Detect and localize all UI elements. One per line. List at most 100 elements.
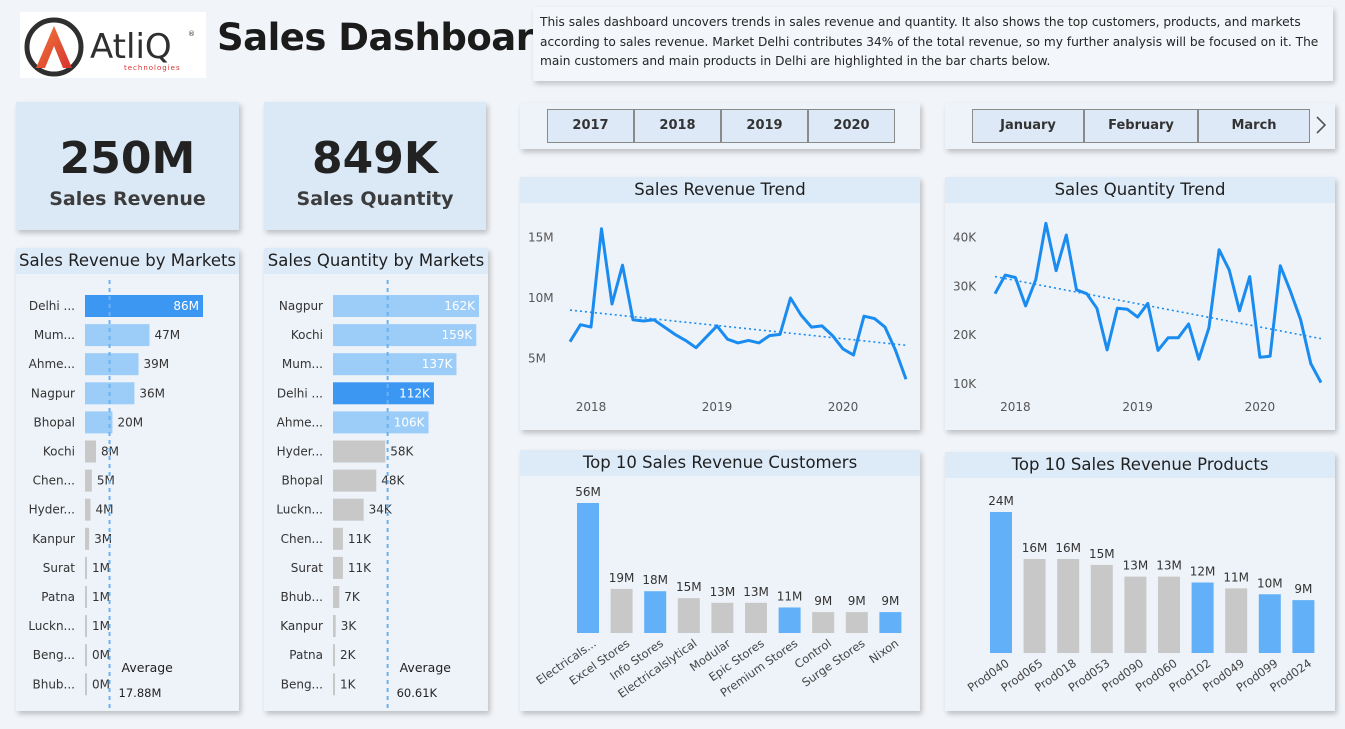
- market-label: Patna: [41, 590, 75, 604]
- kpi-revenue-label: Sales Revenue: [49, 188, 206, 210]
- kpi-quantity-label: Sales Quantity: [296, 188, 454, 210]
- description-box: This sales dashboard uncovers trends in …: [533, 7, 1333, 81]
- slicer-next-arrow[interactable]: [1312, 110, 1332, 140]
- revenue-trend-panel: Sales Revenue Trend 15M 10M 5M 2018 2019 2020: [520, 177, 920, 430]
- market-label: Chen...: [33, 474, 75, 488]
- bar: [1292, 600, 1315, 653]
- year-button-2019[interactable]: 2019: [721, 109, 808, 143]
- market-bar: [85, 673, 87, 696]
- bar-value-label: 162K: [444, 299, 476, 313]
- bar-value-label: 1M: [92, 590, 110, 604]
- bar-value-label: 11M: [777, 589, 803, 603]
- market-label: Ahme...: [29, 357, 75, 371]
- market-bar: [333, 644, 335, 667]
- market-bar: [85, 440, 96, 463]
- bar-value-label: 9M: [881, 594, 899, 608]
- kpi-revenue-value: 250M: [59, 133, 196, 184]
- market-bar: [85, 411, 113, 434]
- market-label: Mum...: [34, 328, 75, 342]
- year-button-2017[interactable]: 2017: [547, 109, 634, 143]
- market-label: Luckn...: [28, 619, 75, 633]
- market-label: Delhi ...: [277, 386, 323, 400]
- market-bar: [333, 673, 335, 696]
- y-tick-label: 10M: [528, 291, 554, 305]
- kpi-card-quantity: 849K Sales Quantity: [264, 102, 486, 230]
- x-tick-label: 2020: [1245, 400, 1276, 414]
- bar-value-label: 47M: [154, 328, 180, 342]
- quantity-trend-panel: Sales Quantity Trend 40K 30K 20K 10K 2018 201…: [945, 177, 1335, 430]
- market-label: Hyder...: [29, 503, 75, 517]
- bar-value-label: 34K: [369, 503, 393, 517]
- market-bar: [333, 498, 364, 521]
- bar: [879, 612, 902, 633]
- market-label: Kochi: [43, 445, 75, 459]
- market-label: Surat: [291, 561, 324, 575]
- bar-value-label: 1M: [92, 561, 110, 575]
- y-tick-label: 10K: [953, 377, 977, 391]
- market-label: Beng...: [281, 677, 323, 691]
- average-value-label: 17.88M: [119, 686, 162, 700]
- bar: [711, 602, 734, 633]
- bar-value-label: 16M: [1055, 541, 1081, 555]
- category-label: Nixon: [866, 636, 901, 666]
- bar-value-label: 15M: [1089, 547, 1115, 561]
- trend-line: [569, 309, 907, 347]
- market-bar: [85, 556, 87, 579]
- y-tick-label: 15M: [528, 230, 554, 244]
- bar-value-label: 10M: [1257, 576, 1283, 590]
- bar-value-label: 13M: [1156, 559, 1182, 573]
- bar-value-label: 19M: [609, 571, 635, 585]
- market-bar: [333, 527, 343, 550]
- market-label: Bhopal: [282, 474, 323, 488]
- bar-value-label: 106K: [394, 415, 426, 429]
- series-line: [568, 227, 908, 380]
- bar-value-label: 16M: [1022, 541, 1048, 555]
- market-label: Ahme...: [277, 415, 323, 429]
- y-tick-label: 40K: [953, 230, 977, 244]
- month-button-february[interactable]: February: [1084, 109, 1198, 143]
- bar-value-label: 4M: [95, 503, 113, 517]
- bar: [1258, 594, 1281, 653]
- year-button-2018[interactable]: 2018: [634, 109, 721, 143]
- logo-text: AtliQ: [90, 27, 172, 67]
- bar-value-label: 48K: [381, 474, 405, 488]
- bar-value-label: 39M: [144, 357, 170, 371]
- bar-value-label: 0M: [92, 677, 110, 691]
- bar-value-label: 112K: [399, 386, 431, 400]
- market-label: Beng...: [33, 648, 75, 662]
- top-products-panel: Top 10 Sales Revenue Products 24M Prod040…: [945, 452, 1335, 711]
- kpi-quantity-value: 849K: [312, 133, 438, 184]
- bar: [610, 588, 633, 633]
- x-tick-label: 2020: [828, 400, 859, 414]
- x-tick-label: 2019: [1122, 400, 1153, 414]
- market-bar: [333, 440, 386, 463]
- bar: [644, 591, 667, 633]
- average-label: Average: [122, 660, 174, 675]
- bar-value-label: 36M: [139, 386, 165, 400]
- bar: [577, 503, 599, 633]
- market-label: Patna: [289, 648, 323, 662]
- bar: [845, 612, 868, 633]
- x-tick-label: 2019: [702, 400, 733, 414]
- market-label: Hyder...: [277, 445, 323, 459]
- revenue-by-markets-chart: Delhi ... 86M Mum... 47M Ahme... 39M Nagpur 36M…: [28, 280, 203, 708]
- month-button-march[interactable]: March: [1198, 109, 1310, 143]
- bar-value-label: 137K: [422, 357, 454, 371]
- top-customers-chart: 56MElectricals...19MExcel Stores18MInfo …: [533, 485, 902, 701]
- average-label: Average: [400, 660, 452, 675]
- revenue-trend-chart: 15M 10M 5M 2018 2019 2020: [528, 227, 908, 414]
- bar: [1090, 564, 1113, 653]
- year-button-2020[interactable]: 2020: [808, 109, 895, 143]
- kpi-card-revenue: 250M Sales Revenue: [16, 102, 239, 230]
- bar: [812, 612, 835, 633]
- bar: [1124, 576, 1147, 653]
- bar-value-label: 9M: [814, 594, 832, 608]
- series-line: [993, 221, 1323, 384]
- quantity-by-markets-panel: Sales Quantity by Markets Nagpur 162K Koch…: [264, 248, 488, 711]
- bar: [1057, 559, 1080, 653]
- month-button-january[interactable]: January: [972, 109, 1084, 143]
- market-bar: [85, 469, 92, 492]
- bar-value-label: 11M: [1223, 570, 1249, 584]
- average-value-label: 60.61K: [397, 686, 438, 700]
- market-label: Mum...: [282, 357, 323, 371]
